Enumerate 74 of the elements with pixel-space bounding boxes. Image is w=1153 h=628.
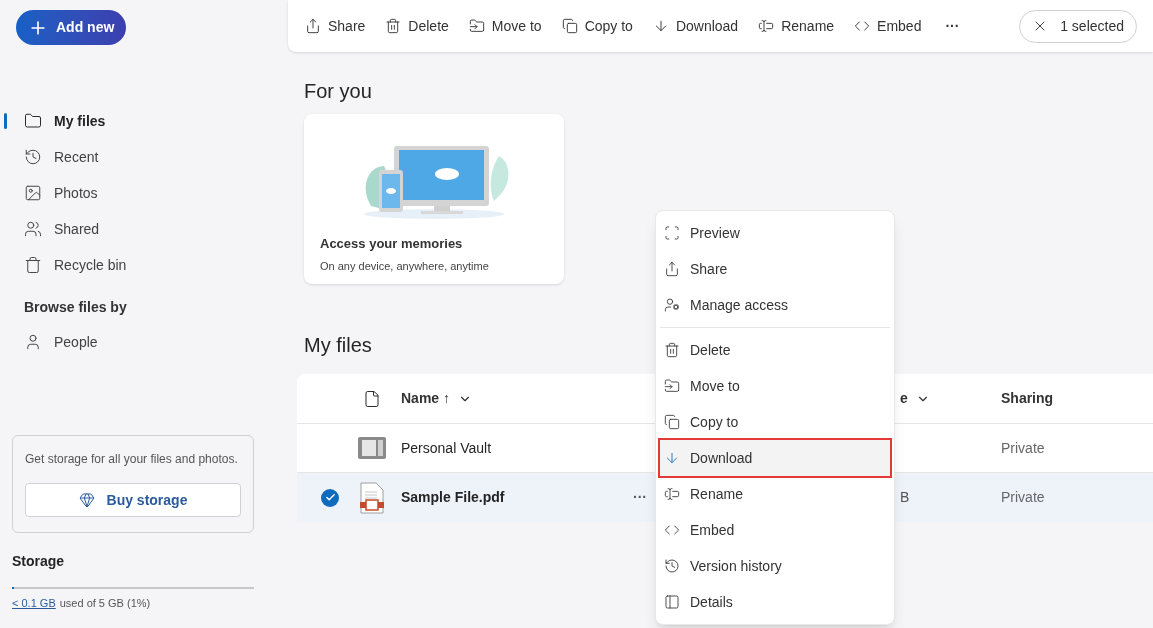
user-settings-icon <box>664 297 680 313</box>
toolbar-button[interactable]: Delete <box>385 15 449 37</box>
people-icon <box>24 220 42 238</box>
menu-item[interactable]: Download <box>660 440 890 476</box>
storage-used-text: used of 5 GB (1%) <box>59 596 151 611</box>
menu-item[interactable]: Preview <box>660 215 890 251</box>
add-new-button[interactable]: Add new <box>16 10 127 45</box>
menu-item[interactable]: Delete <box>660 332 890 368</box>
toolbar-button[interactable]: Share <box>305 15 366 37</box>
file-name[interactable]: Sample File.pdf <box>401 487 505 508</box>
menu-item[interactable]: Details <box>660 584 890 620</box>
toolbar-button[interactable]: Copy to <box>561 15 633 37</box>
storage-used-link[interactable]: < 0.1 GB <box>12 595 56 612</box>
check-icon <box>324 492 336 503</box>
table-cell-text: B <box>900 488 910 507</box>
nav-item[interactable]: Shared <box>24 218 100 240</box>
copy-icon <box>664 414 680 430</box>
trash-icon <box>664 342 680 358</box>
person-icon <box>24 333 42 351</box>
rename-icon <box>664 486 680 502</box>
card-title: Access your memories <box>320 235 464 253</box>
section-heading: Browse files by <box>23 298 128 317</box>
toolbar-button[interactable]: Download <box>652 15 739 37</box>
trash-icon <box>385 18 402 34</box>
menu-item[interactable]: Manage access <box>660 287 890 323</box>
memories-card[interactable]: Access your memories On any device, anywhere, anytime <box>304 114 564 284</box>
more-button[interactable]: ··· <box>945 15 960 37</box>
share-icon <box>664 261 680 277</box>
menu-item[interactable]: Version history <box>660 548 890 584</box>
menu-item[interactable]: Copy to <box>660 404 890 440</box>
buy-storage-button[interactable]: Buy storage <box>25 483 241 517</box>
storage-title: Storage <box>12 552 66 571</box>
download-icon <box>664 450 680 466</box>
folder-icon <box>468 18 485 34</box>
diamond-icon <box>78 492 95 508</box>
nav-item[interactable]: Recycle bin <box>24 254 127 276</box>
more-button[interactable]: ··· <box>633 487 647 508</box>
nav-item[interactable]: My files <box>24 110 106 132</box>
folder-icon <box>24 112 42 130</box>
section-heading: My files <box>304 333 372 358</box>
toolbar-button[interactable]: Move to <box>468 15 542 37</box>
section-heading: For you <box>304 79 372 104</box>
code-icon <box>664 522 680 538</box>
details-icon <box>664 594 680 610</box>
menu-item[interactable]: Embed <box>660 512 890 548</box>
active-indicator <box>4 113 7 129</box>
toolbar-button[interactable]: Embed <box>854 15 922 37</box>
sharing-cell-text: Private <box>1001 438 1045 458</box>
rename-icon <box>758 18 775 34</box>
toolbar-button[interactable]: Rename <box>758 15 835 37</box>
menu-item[interactable]: Move to <box>660 368 890 404</box>
nav-item[interactable]: Photos <box>24 182 98 204</box>
code-icon <box>854 18 871 34</box>
promo-text: Get storage for all your files and photos. <box>25 451 239 468</box>
nav-item[interactable]: Recent <box>24 146 99 168</box>
menu-item[interactable]: Rename <box>660 476 890 512</box>
menu-item[interactable]: Share <box>660 251 890 287</box>
row-checkbox[interactable] <box>321 488 339 507</box>
vault-icon <box>357 436 387 460</box>
file-name[interactable]: Personal Vault <box>401 437 491 459</box>
recycle-bin-icon <box>24 256 42 274</box>
image-icon <box>24 184 42 202</box>
sharing-cell-text: Private <box>1001 488 1045 507</box>
file-type-icon <box>363 389 381 408</box>
share-icon <box>305 18 321 34</box>
copy-icon <box>561 18 578 34</box>
preview-icon <box>664 225 680 241</box>
pdf-file-icon <box>359 481 385 514</box>
card-subtitle: On any device, anywhere, anytime <box>320 258 490 274</box>
history-icon <box>664 558 680 574</box>
folder-icon <box>664 378 680 394</box>
row-select-cell[interactable] <box>297 473 347 522</box>
nav-item[interactable]: People <box>24 331 98 353</box>
history-icon <box>24 148 42 166</box>
